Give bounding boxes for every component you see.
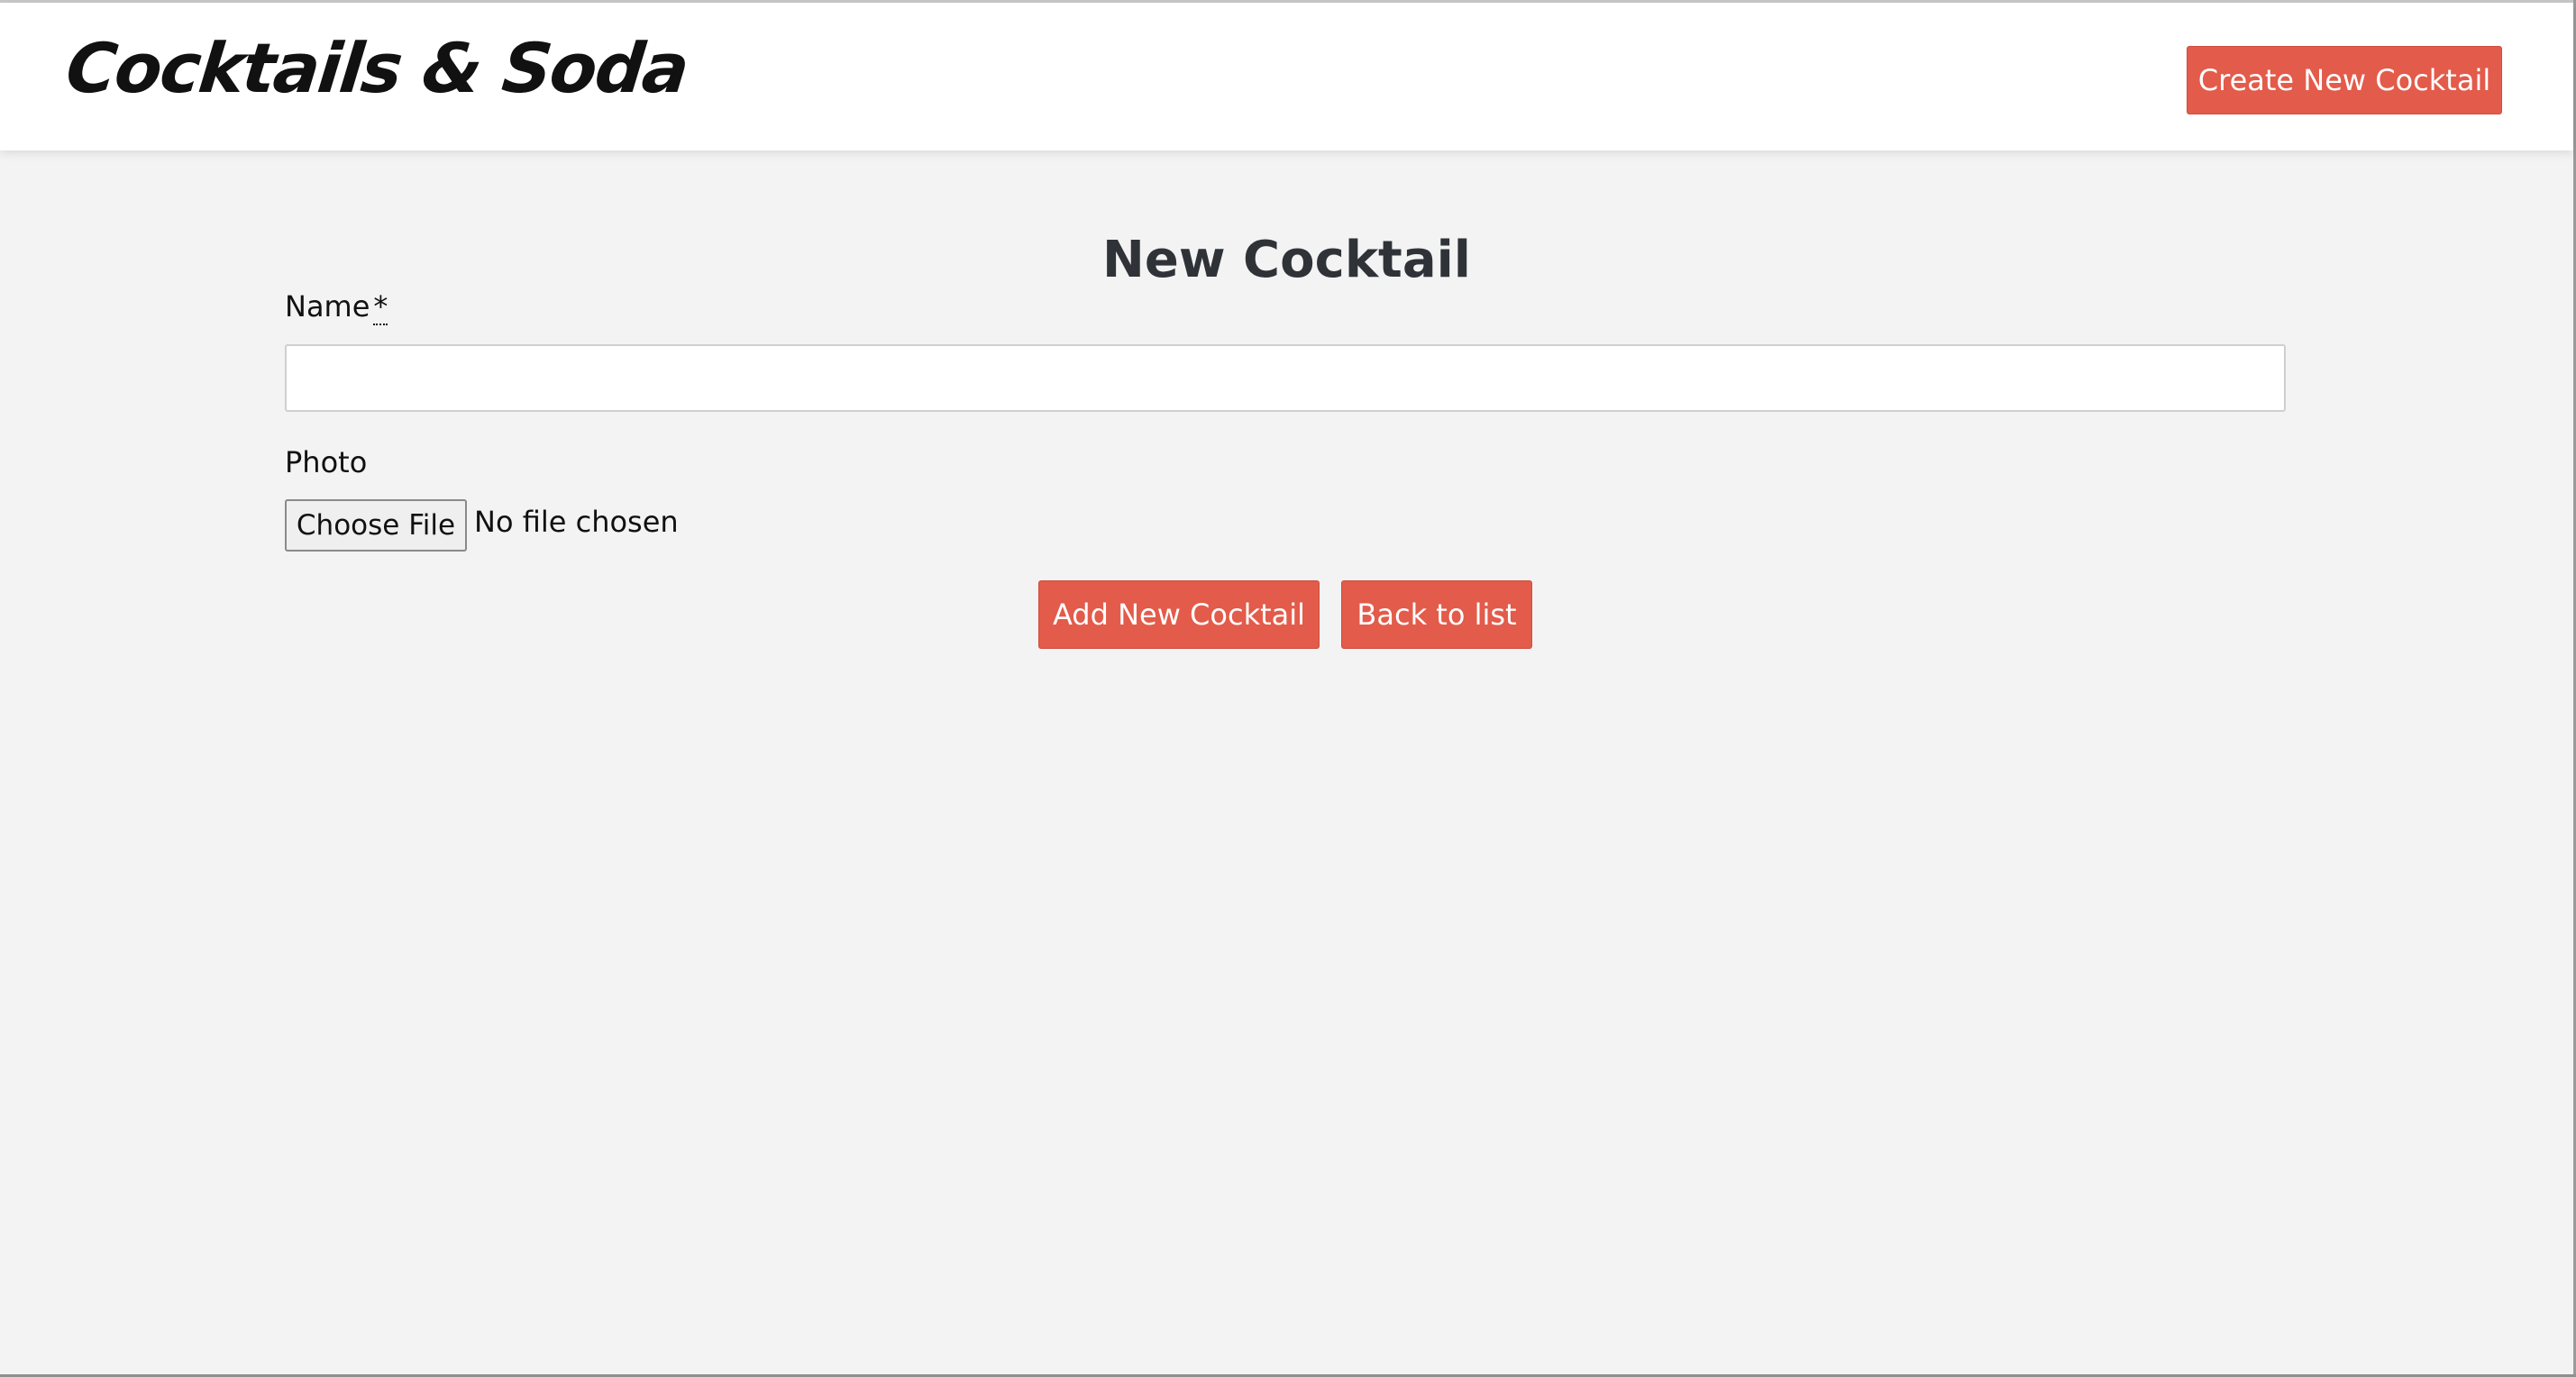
create-new-cocktail-button[interactable]: Create New Cocktail [2187, 46, 2502, 114]
required-marker: * [373, 289, 388, 325]
back-to-list-button[interactable]: Back to list [1341, 580, 1532, 649]
name-label-text: Name [285, 289, 370, 324]
add-new-cocktail-button[interactable]: Add New Cocktail [1038, 580, 1320, 649]
photo-label: Photo [285, 445, 368, 479]
brand-logo[interactable]: Cocktails & Soda [62, 28, 691, 108]
page-title: New Cocktail [1101, 230, 1472, 289]
top-navbar: Cocktails & Soda Create New Cocktail [0, 3, 2573, 150]
choose-file-button[interactable]: Choose File [285, 499, 467, 552]
name-input[interactable] [285, 344, 2286, 412]
name-label: Name * [285, 289, 388, 325]
file-status-text: No file chosen [474, 505, 679, 539]
